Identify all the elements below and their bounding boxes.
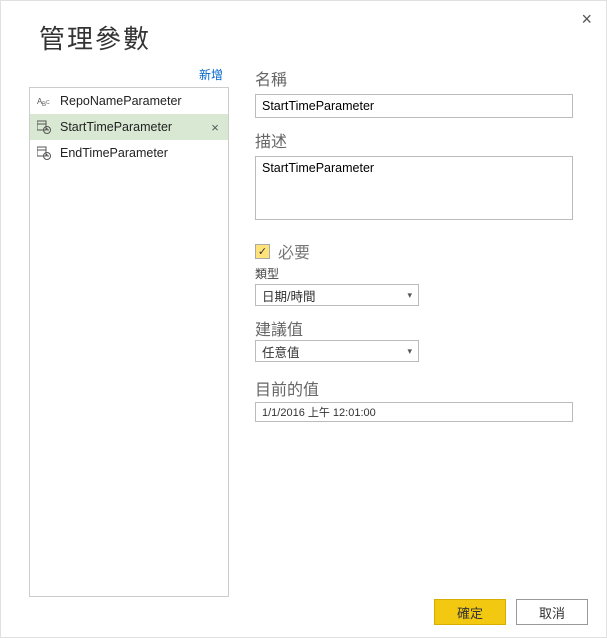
svg-text:C: C xyxy=(46,100,50,106)
suggested-dropdown[interactable]: 任意值 ▾ xyxy=(255,340,419,362)
datetime-type-icon xyxy=(36,145,52,161)
close-icon[interactable]: × xyxy=(581,9,592,30)
parameter-list: ABC RepoNameParameter StartTimeParameter… xyxy=(29,87,229,597)
parameter-form: 名稱 描述 ✓ 必要 類型 日期/時間 ▾ 建議值 任意值 ▾ 目前的值 xyxy=(229,66,578,597)
parameter-item-endtime[interactable]: EndTimeParameter xyxy=(30,140,228,166)
delete-parameter-icon[interactable]: × xyxy=(208,120,222,135)
suggested-value: 任意值 xyxy=(262,342,300,361)
text-type-icon: ABC xyxy=(36,93,52,109)
name-label: 名稱 xyxy=(255,66,578,90)
datetime-type-icon xyxy=(36,119,52,135)
dialog-title: 管理參數 xyxy=(1,1,606,66)
description-field[interactable] xyxy=(255,156,573,220)
ok-button[interactable]: 確定 xyxy=(434,599,506,625)
type-label: 類型 xyxy=(255,265,578,282)
chevron-down-icon: ▾ xyxy=(407,290,412,301)
new-parameter-link[interactable]: 新增 xyxy=(29,66,229,87)
suggested-label: 建議值 xyxy=(255,316,578,340)
parameter-label: StartTimeParameter xyxy=(60,120,208,134)
parameter-label: RepoNameParameter xyxy=(60,94,222,108)
dialog-footer: 確定 取消 xyxy=(434,599,588,625)
parameter-list-pane: 新增 ABC RepoNameParameter StartTimeParame… xyxy=(29,66,229,597)
cancel-button[interactable]: 取消 xyxy=(516,599,588,625)
type-value: 日期/時間 xyxy=(262,286,315,305)
parameter-item-reponame[interactable]: ABC RepoNameParameter xyxy=(30,88,228,114)
type-dropdown[interactable]: 日期/時間 ▾ xyxy=(255,284,419,306)
current-value-label: 目前的值 xyxy=(255,376,578,400)
chevron-down-icon: ▾ xyxy=(407,346,412,357)
current-value-field[interactable] xyxy=(255,402,573,422)
description-label: 描述 xyxy=(255,128,578,152)
parameter-item-starttime[interactable]: StartTimeParameter × xyxy=(30,114,228,140)
name-field[interactable] xyxy=(255,94,573,118)
parameter-label: EndTimeParameter xyxy=(60,146,222,160)
required-checkbox[interactable]: ✓ xyxy=(255,244,270,259)
required-label: 必要 xyxy=(278,239,310,263)
